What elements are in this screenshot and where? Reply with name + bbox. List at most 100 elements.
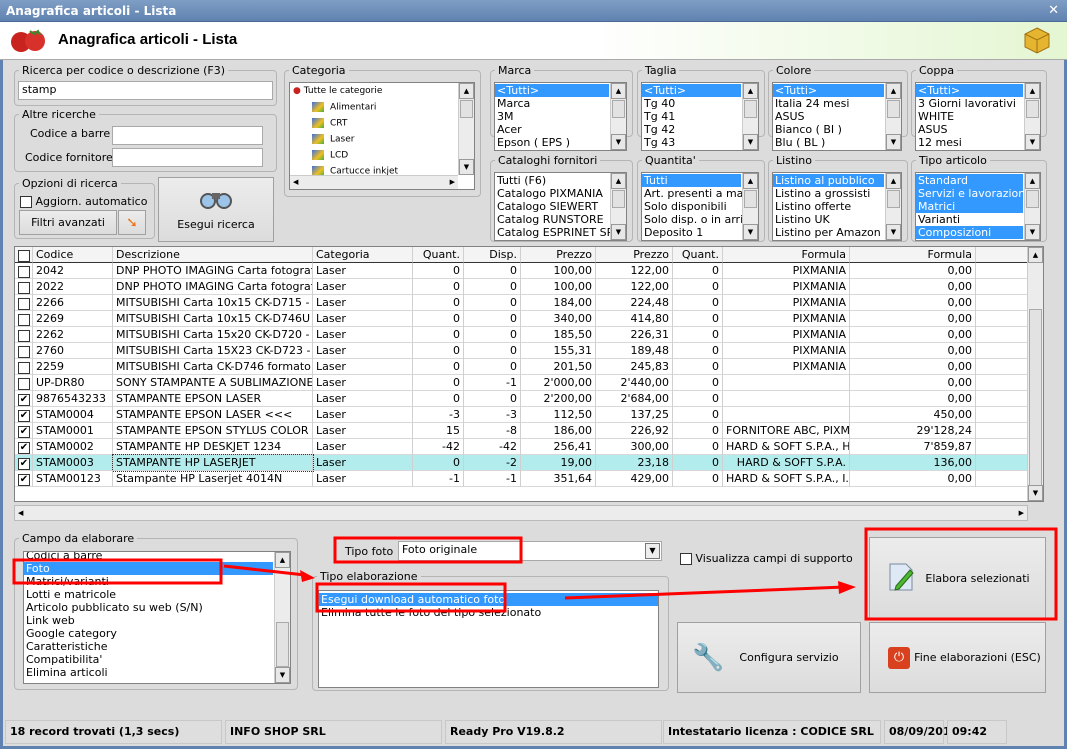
filter-list[interactable]: Listino al pubblico Listino a grossisti Li… bbox=[772, 172, 902, 241]
filter-list[interactable]: Tutti (F6) Catalogo PIXMANIA Catalogo SIEW… bbox=[494, 172, 627, 241]
category-item[interactable]: CRT bbox=[312, 118, 347, 129]
row-checkbox[interactable] bbox=[18, 249, 30, 262]
filter-option[interactable]: Tg 40 bbox=[642, 97, 741, 110]
field-option[interactable]: Codici a barre bbox=[24, 552, 273, 562]
field-option[interactable]: Elimina articoli bbox=[24, 666, 273, 679]
row-checkbox[interactable]: ✔ bbox=[18, 425, 30, 438]
barcode-input[interactable] bbox=[112, 126, 263, 145]
filter-option[interactable]: Epson ( EPS ) bbox=[495, 136, 609, 149]
filter-option[interactable]: Catalogo SIEWERT bbox=[495, 200, 609, 213]
filter-option[interactable]: Listino UK bbox=[773, 213, 884, 226]
filter-option[interactable]: <Tutti> bbox=[495, 84, 609, 97]
processing-type-list[interactable]: Esegui download automatico foto Elimina t… bbox=[318, 590, 659, 688]
filter-option[interactable]: Catalog ESPRINET SPA bbox=[495, 226, 620, 239]
filter-option[interactable]: ASUS bbox=[773, 110, 884, 123]
filter-option[interactable]: Italia 24 mesi bbox=[773, 97, 884, 110]
vertical-scrollbar[interactable]: ▲ ▼ bbox=[885, 173, 901, 240]
column-header[interactable]: Quant. bbox=[413, 247, 464, 263]
filter-list[interactable]: Standard Servizi e lavorazioni Matrici Vari… bbox=[915, 172, 1041, 241]
horizontal-scrollbar[interactable]: ◀ ▶ bbox=[290, 175, 458, 189]
filter-option[interactable]: WHITE bbox=[916, 110, 1023, 123]
column-header[interactable]: Categoria bbox=[313, 247, 413, 263]
photo-type-select[interactable]: Foto originale ▼ bbox=[398, 541, 662, 561]
row-checkbox[interactable]: ✔ bbox=[18, 473, 30, 486]
filter-option[interactable]: Standard bbox=[916, 174, 1023, 187]
processing-option[interactable]: Esegui download automatico foto bbox=[319, 593, 658, 606]
vertical-scrollbar[interactable]: ▲ ▼ bbox=[1027, 247, 1043, 501]
field-option[interactable]: Caratteristiche bbox=[24, 640, 273, 653]
row-checkbox[interactable] bbox=[18, 345, 30, 358]
column-header[interactable]: Prezzo bbox=[521, 247, 596, 263]
filter-option[interactable]: Listino offerte bbox=[773, 200, 884, 213]
filter-option[interactable]: Composizioni bbox=[916, 226, 1023, 239]
category-item[interactable]: Laser bbox=[312, 134, 354, 145]
vertical-scrollbar[interactable]: ▲ ▼ bbox=[742, 173, 758, 240]
table-row[interactable]: 2266 MITSUBISHI Carta 10x15 CK-D715 - 8..… bbox=[15, 295, 1028, 311]
row-checkbox[interactable] bbox=[18, 377, 30, 390]
column-header[interactable]: Prezzo bbox=[596, 247, 673, 263]
search-input[interactable]: stamp bbox=[18, 81, 273, 100]
row-checkbox[interactable] bbox=[18, 265, 30, 278]
filter-option[interactable]: Listino per Amazon bbox=[773, 226, 884, 239]
row-checkbox[interactable] bbox=[18, 313, 30, 326]
table-row[interactable]: ✔ STAM00123 Stampante HP Laserjet 4014N Las… bbox=[15, 471, 1028, 487]
filter-option[interactable]: Listino a grossisti bbox=[773, 187, 884, 200]
vertical-scrollbar[interactable]: ▲ ▼ bbox=[610, 173, 626, 240]
table-row[interactable]: 2259 MITSUBISHI Carta CK-D746 formato ...… bbox=[15, 359, 1028, 375]
row-checkbox[interactable] bbox=[18, 281, 30, 294]
vertical-scrollbar[interactable]: ▲ ▼ bbox=[610, 83, 626, 150]
supplier-code-input[interactable] bbox=[112, 148, 263, 167]
table-row[interactable]: 2042 DNP PHOTO IMAGING Carta fotografi...… bbox=[15, 263, 1028, 279]
filter-list[interactable]: TuttiArt. presenti a magazzinoSolo dispo… bbox=[641, 172, 759, 241]
column-header[interactable]: Disp. bbox=[464, 247, 521, 263]
table-row[interactable]: 2760 MITSUBISHI Carta 15X23 CK-D723 - 4..… bbox=[15, 343, 1028, 359]
row-checkbox[interactable] bbox=[18, 361, 30, 374]
filter-option[interactable]: Tutti bbox=[642, 174, 741, 187]
filter-option[interactable]: Art. presenti a magazzino bbox=[642, 187, 758, 200]
category-item[interactable]: Alimentari bbox=[312, 102, 376, 113]
filter-option[interactable]: Tg 42 bbox=[642, 123, 741, 136]
column-header[interactable]: Quant. bbox=[673, 247, 723, 263]
row-checkbox[interactable]: ✔ bbox=[18, 457, 30, 470]
column-header[interactable]: Formula bbox=[723, 247, 850, 263]
table-row[interactable]: ✔ STAM0004 STAMPANTE EPSON LASER <<< Laser -… bbox=[15, 407, 1028, 423]
field-option[interactable]: Lotti e matricole bbox=[24, 588, 273, 601]
filter-option[interactable]: Servizi e lavorazioni bbox=[916, 187, 1028, 200]
field-option[interactable]: Compatibilita' bbox=[24, 653, 273, 666]
column-header[interactable]: Formula bbox=[850, 247, 976, 263]
filter-option[interactable]: 3M bbox=[495, 110, 609, 123]
filter-option[interactable]: Listino al pubblico bbox=[773, 174, 884, 187]
table-row[interactable]: 2269 MITSUBISHI Carta 10x15 CK-D746U -...… bbox=[15, 311, 1028, 327]
field-option[interactable]: Link web bbox=[24, 614, 273, 627]
field-option[interactable]: Articolo pubblicato su web (S/N) bbox=[24, 601, 273, 614]
filter-option[interactable]: Tutti (F6) bbox=[495, 174, 609, 187]
processing-option[interactable]: Elimina tutte le foto del tipo seleziona… bbox=[319, 606, 658, 619]
filter-option[interactable]: Marca bbox=[495, 97, 609, 110]
vertical-scrollbar[interactable]: ▲ ▼ bbox=[885, 83, 901, 150]
chevron-down-icon[interactable]: ▼ bbox=[645, 543, 660, 559]
row-checkbox[interactable]: ✔ bbox=[18, 409, 30, 422]
filter-option[interactable]: Tg 41 bbox=[642, 110, 741, 123]
field-option[interactable]: Matrici/varianti bbox=[24, 575, 273, 588]
table-horizontal-scrollbar[interactable]: ◀ ▶ bbox=[14, 505, 1028, 521]
column-header[interactable] bbox=[15, 247, 33, 263]
filter-list[interactable]: <Tutti> Tg 40 Tg 41 Tg 42 Tg 43 ▲ ▼ bbox=[641, 82, 759, 151]
field-option[interactable]: Google category bbox=[24, 627, 273, 640]
filter-list[interactable]: <Tutti> 3 Giorni lavorativi WHITE ASUS 12 me… bbox=[915, 82, 1041, 151]
filter-option[interactable]: Solo disponibili bbox=[642, 200, 741, 213]
configure-service-button[interactable]: 🔧 Configura servizio bbox=[677, 622, 861, 693]
filter-option[interactable]: <Tutti> bbox=[916, 84, 1023, 97]
close-icon[interactable]: ✕ bbox=[1048, 3, 1059, 18]
filter-option[interactable]: <Tutti> bbox=[773, 84, 884, 97]
filter-option[interactable]: 12 mesi bbox=[916, 136, 1023, 149]
filter-option[interactable]: ASUS bbox=[916, 123, 1023, 136]
show-support-fields-checkbox[interactable]: Visualizza campi di supporto bbox=[680, 552, 853, 565]
process-selected-button[interactable]: Elabora selezionati bbox=[869, 537, 1046, 619]
column-header[interactable]: Codice bbox=[33, 247, 113, 263]
filter-option[interactable]: Deposito 1 bbox=[642, 226, 741, 239]
column-header[interactable] bbox=[976, 247, 1028, 263]
run-search-button[interactable]: Esegui ricerca bbox=[158, 177, 274, 242]
table-row[interactable]: ✔ STAM0001 STAMPANTE EPSON STYLUS COLOR C.… bbox=[15, 423, 1028, 439]
advanced-filters-button[interactable]: Filtri avanzati bbox=[19, 210, 117, 235]
filter-option[interactable]: Catalogo PIXMANIA bbox=[495, 187, 609, 200]
